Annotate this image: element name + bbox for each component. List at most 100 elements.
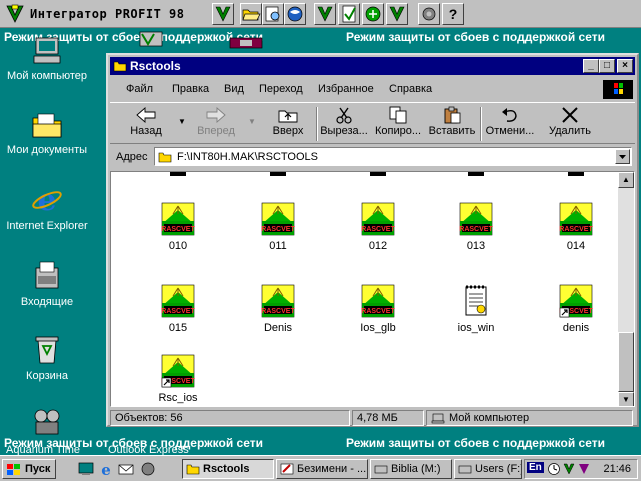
status-object-count: Объектов: 56 <box>110 410 350 426</box>
desktop-icon-my-documents[interactable]: Мои документы <box>2 110 92 156</box>
task-label: Rsctools <box>203 463 250 475</box>
browser-icon[interactable] <box>284 3 306 25</box>
address-bar: Адрес F:\INT80H.MAK\RSCTOOLS <box>110 146 635 168</box>
desktop-icon-inbox[interactable]: Входящие <box>2 258 92 308</box>
task-biblia[interactable]: Biblia (M:) <box>370 459 452 479</box>
paste-button[interactable]: Вставить <box>424 105 480 143</box>
menu-help[interactable]: Справка <box>389 83 432 95</box>
scroll-down-button[interactable]: ▼ <box>618 392 634 406</box>
close-button[interactable]: × <box>617 59 633 73</box>
file-name: 013 <box>466 240 486 252</box>
system-tray: En 21:46 <box>524 459 638 479</box>
vertical-scrollbar[interactable]: ▲ ▼ <box>618 172 634 406</box>
desktop-icon-recycle-bin[interactable]: Корзина <box>2 332 92 382</box>
tray-integrator-icon[interactable] <box>562 462 576 476</box>
integrator-v-icon[interactable] <box>212 3 234 25</box>
file-name: 012 <box>368 240 388 252</box>
file-item[interactable]: RASCVET Ios_glb <box>343 284 413 334</box>
svg-text:RASCVET: RASCVET <box>161 308 195 315</box>
task-paint[interactable]: Безимени - ... <box>276 459 368 479</box>
scroll-thumb[interactable] <box>618 332 634 392</box>
file-name: 014 <box>566 240 586 252</box>
internet-explorer-icon: e <box>32 183 62 216</box>
clock[interactable]: 21:46 <box>603 463 631 475</box>
back-dropdown-icon[interactable]: ▼ <box>178 117 186 126</box>
desktop-icon-label: Мой компьютер <box>6 70 88 82</box>
integrator-v3-icon[interactable] <box>386 3 408 25</box>
forward-dropdown-icon[interactable]: ▼ <box>248 117 256 126</box>
file-item[interactable]: RASCVET Denis <box>243 284 313 334</box>
svg-text:RASCVET: RASCVET <box>261 226 295 233</box>
partial-file-icon <box>568 172 584 176</box>
address-dropdown-button[interactable] <box>615 149 630 164</box>
address-value: F:\INT80H.MAK\RSCTOOLS <box>177 151 318 163</box>
menu-favorites[interactable]: Избранное <box>318 83 374 95</box>
globe-icon[interactable] <box>362 3 384 25</box>
file-item[interactable]: RASCVET 013 <box>441 202 511 252</box>
desktop-icon-internet-explorer[interactable]: e Internet Explorer <box>2 182 92 232</box>
address-field[interactable]: F:\INT80H.MAK\RSCTOOLS <box>154 147 632 166</box>
windows-flag-icon <box>7 464 20 475</box>
quicklaunch-outlook-icon[interactable] <box>118 461 134 477</box>
paste-icon <box>444 106 461 124</box>
print-preview-icon[interactable] <box>262 3 284 25</box>
copy-button[interactable]: Копиро... <box>370 105 426 143</box>
maximize-button[interactable]: □ <box>599 59 615 73</box>
up-button[interactable]: Вверх <box>260 105 316 143</box>
file-item[interactable]: RASCVET 012 <box>343 202 413 252</box>
my-documents-icon <box>32 113 62 138</box>
rscvet-file-icon: RASCVET <box>161 284 195 318</box>
minimize-button[interactable]: _ <box>583 59 599 73</box>
menu-bar: Файл Правка Вид Переход Избранное Справк… <box>110 79 635 99</box>
scroll-up-button[interactable]: ▲ <box>618 172 634 188</box>
file-item[interactable]: RASCVET 014 <box>541 202 611 252</box>
rscvet-shortcut-icon: RASCVET <box>161 354 195 388</box>
menu-go[interactable]: Переход <box>259 83 303 95</box>
help-icon[interactable]: ? <box>442 3 464 25</box>
start-button[interactable]: Пуск <box>2 459 56 479</box>
delete-button[interactable]: Удалить <box>542 105 598 143</box>
file-name: ios_win <box>457 322 495 334</box>
integrator-logo-icon[interactable] <box>4 3 26 25</box>
standard-toolbar: Назад ▼ Вперед ▼ Вверх Выреза... Копиро.… <box>110 102 635 144</box>
menu-view[interactable]: Вид <box>224 83 244 95</box>
file-item[interactable]: RASCVET denis <box>541 284 611 334</box>
svg-text:RASCVET: RASCVET <box>559 226 593 233</box>
file-item[interactable]: ios_win <box>441 284 511 334</box>
file-item[interactable]: RASCVET 011 <box>243 202 313 252</box>
desktop-icon-label: Входящие <box>20 296 74 308</box>
desktop-briefcase-icon[interactable] <box>228 36 264 50</box>
open-folder-icon[interactable] <box>240 3 262 25</box>
undo-button[interactable]: Отмени... <box>482 105 538 143</box>
tray-clock-icon[interactable] <box>547 462 561 476</box>
document-check-icon[interactable] <box>338 3 360 25</box>
file-item[interactable]: RASCVET 015 <box>143 284 213 334</box>
rscvet-file-icon: RASCVET <box>261 202 295 236</box>
file-name: Ios_glb <box>360 322 396 334</box>
file-item[interactable]: RASCVET Rsc_ios <box>143 354 213 404</box>
menu-file[interactable]: Файл <box>126 83 153 95</box>
quicklaunch-channels-icon[interactable] <box>140 461 156 477</box>
file-item[interactable]: RASCVET 010 <box>143 202 213 252</box>
desktop-shortcut-icon[interactable] <box>138 30 164 50</box>
scissors-icon <box>336 107 352 124</box>
folder-icon <box>113 61 127 72</box>
settings-gear-icon[interactable] <box>418 3 440 25</box>
forward-button[interactable]: Вперед <box>188 105 244 143</box>
quicklaunch-ie-icon[interactable]: e <box>98 461 114 477</box>
desktop-icon-aquarium[interactable] <box>2 404 92 442</box>
copy-icon <box>389 106 407 124</box>
quicklaunch-desktop-icon[interactable] <box>78 461 94 477</box>
cut-button[interactable]: Выреза... <box>316 105 372 143</box>
back-arrow-icon <box>136 107 156 123</box>
integrator-v2-icon[interactable] <box>314 3 336 25</box>
desktop-icon-my-computer[interactable]: Мой компьютер <box>2 36 92 82</box>
tray-triangle-icon[interactable] <box>577 462 591 476</box>
task-rsctools[interactable]: Rsctools <box>182 459 274 479</box>
menu-edit[interactable]: Правка <box>172 83 209 95</box>
task-users[interactable]: Users (F:) <box>454 459 522 479</box>
partial-file-icon <box>170 172 186 176</box>
language-indicator[interactable]: En <box>527 462 544 473</box>
window-titlebar[interactable]: Rsctools _ □ × <box>110 57 635 75</box>
back-button[interactable]: Назад <box>118 105 174 143</box>
